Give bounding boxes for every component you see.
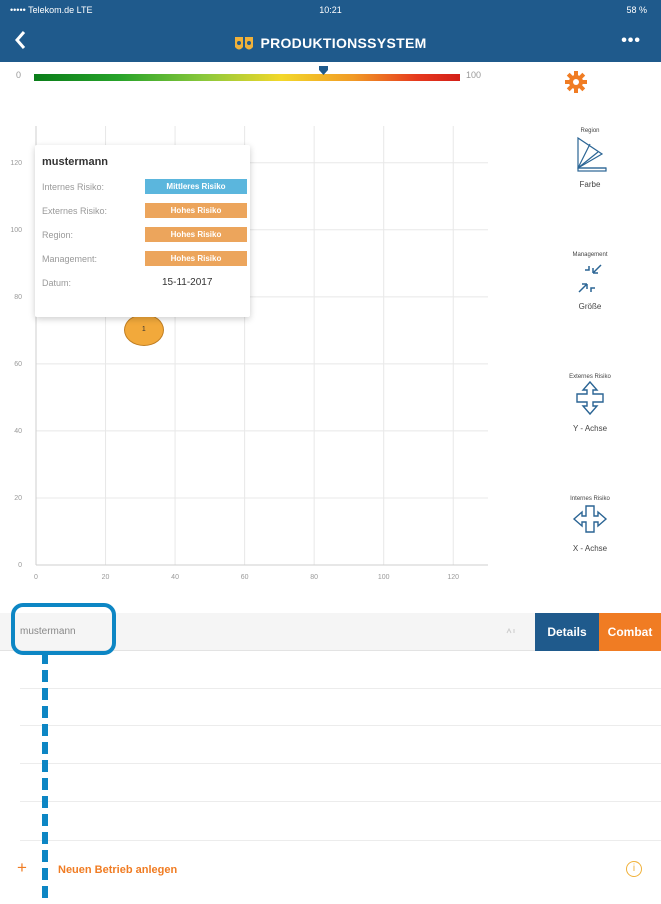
x-axis-label: X - Achse (572, 544, 608, 553)
risk-badge: Hohes Risiko (145, 251, 247, 266)
x-tick-label: 80 (310, 574, 318, 581)
horizontal-arrows-icon (572, 505, 608, 533)
y-axis-mapping-button[interactable]: Externes Risiko Y - Achse (540, 374, 640, 433)
tooltip-company-name: mustermann (42, 156, 109, 168)
y-tick-label: 40 (14, 428, 22, 435)
x-tick-label: 0 (34, 574, 38, 581)
y-tick-label: 120 (10, 160, 22, 167)
x-tick-label: 60 (241, 574, 249, 581)
risk-badge: Hohes Risiko (145, 227, 247, 242)
more-menu-button[interactable]: ••• (621, 32, 641, 50)
date-value: 15-11-2017 (162, 277, 213, 288)
x-tick-label: 120 (447, 574, 459, 581)
details-tab[interactable]: Details (535, 613, 599, 651)
size-mapping-label: Größe (578, 302, 602, 311)
size-mapping-button[interactable]: Management Größe (540, 252, 640, 311)
row-divider (20, 688, 661, 689)
scale-marker-icon (319, 66, 329, 75)
row-divider (20, 840, 661, 841)
y-tick-label: 80 (14, 294, 22, 301)
row-label: Management: (42, 254, 98, 264)
scale-max-label: 100 (466, 70, 482, 80)
tooltip-card: mustermann Internes Risiko: Mittleres Ri… (35, 145, 250, 317)
dashed-annotation-line (42, 652, 48, 904)
bubble-label: 1 (141, 326, 146, 334)
data-point-bubble[interactable]: 1 (123, 314, 164, 347)
status-bar: ••••• Telekom.de LTE 10:21 58 % (0, 0, 661, 22)
row-divider (20, 763, 661, 764)
vertical-arrows-icon (576, 380, 604, 416)
app-title-text: PRODUKTIONSSYSTEM (260, 35, 427, 51)
y-tick-label: 0 (18, 562, 22, 569)
management-row: Management: Hohes Risiko (42, 251, 247, 267)
color-mapping-label: Farbe (579, 180, 601, 189)
y-tick-label: 60 (14, 361, 22, 368)
info-icon[interactable]: i (626, 861, 642, 877)
highlight-annotation (11, 603, 116, 655)
app-screen: ••••• Telekom.de LTE 10:21 58 % PRODUKTI… (0, 0, 661, 904)
row-label: Externes Risiko: (42, 206, 108, 216)
color-mapping-button[interactable]: Region Farbe (540, 128, 640, 189)
row-divider (20, 801, 661, 802)
plus-icon: + (17, 858, 27, 877)
resize-icon (578, 264, 602, 293)
scale-min-label: 0 (16, 70, 22, 80)
risk-badge: Hohes Risiko (145, 203, 247, 218)
risk-badge: Mittleres Risiko (145, 179, 247, 194)
internal-risk-row: Internes Risiko: Mittleres Risiko (42, 179, 247, 195)
add-company-button[interactable]: + Neuen Betrieb anlegen i (0, 855, 661, 885)
y-tick-label: 20 (14, 495, 22, 502)
external-risk-row: Externes Risiko: Hohes Risiko (42, 203, 247, 219)
y-tick-label: 100 (10, 227, 22, 234)
app-title: PRODUKTIONSSYSTEM (0, 35, 661, 52)
logo-icon (235, 37, 254, 50)
x-axis-mapping-button[interactable]: Internes Risiko X - Achse (540, 496, 640, 553)
x-tick-label: 100 (378, 574, 390, 581)
add-company-label: Neuen Betrieb anlegen (58, 864, 178, 876)
row-label: Internes Risiko: (42, 182, 105, 192)
date-row: Datum: 15-11-2017 (42, 275, 247, 291)
date-label: Datum: (42, 278, 72, 288)
clock-text: 10:21 (319, 5, 342, 15)
x-tick-label: 20 (102, 574, 110, 581)
region-row: Region: Hohes Risiko (42, 227, 247, 243)
combat-tab[interactable]: Combat (599, 613, 661, 651)
nav-bar: PRODUKTIONSSYSTEM ••• (0, 22, 661, 62)
gear-icon[interactable] (564, 70, 588, 94)
y-axis-label: Y - Achse (572, 424, 608, 433)
color-wheel-icon (577, 136, 607, 172)
row-divider (20, 725, 661, 726)
battery-text: 58 % (626, 5, 647, 15)
risk-gradient-bar (34, 74, 460, 81)
row-label: Region: (42, 230, 74, 240)
sort-icon[interactable] (506, 627, 518, 635)
x-tick-label: 40 (171, 574, 179, 581)
